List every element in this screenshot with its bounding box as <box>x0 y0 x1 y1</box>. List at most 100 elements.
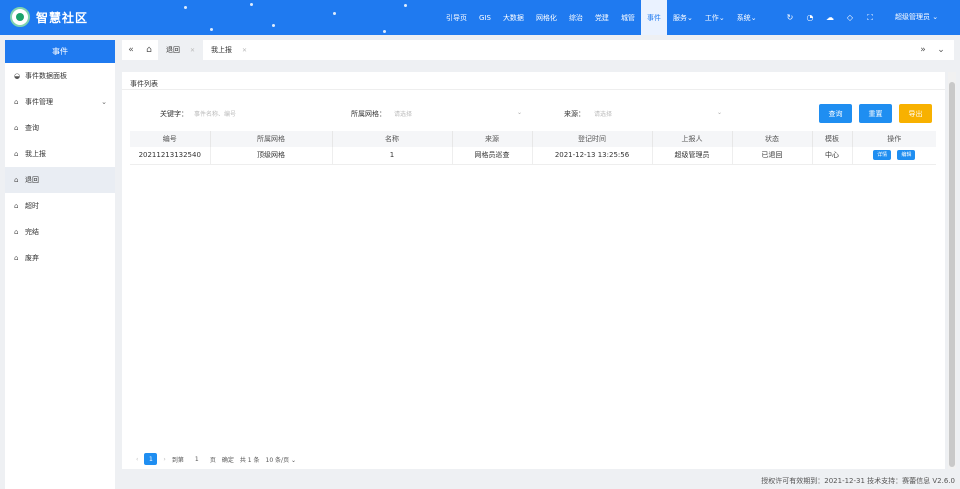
sidebar-item-event-dashboard[interactable]: ◒ 事件数据面板 <box>5 63 115 89</box>
brand[interactable]: 智慧社区 <box>10 7 88 27</box>
app-name: 智慧社区 <box>36 10 89 25</box>
home-icon[interactable]: ⌂ <box>140 45 158 55</box>
home-icon: ⌂ <box>14 98 19 106</box>
close-icon[interactable]: ✕ <box>190 47 195 54</box>
home-icon: ⌂ <box>14 150 19 158</box>
nav-item-events[interactable]: 事件 <box>640 0 667 35</box>
events-table: 编号 所属网格 名称 来源 登记时间 上报人 状态 模板 操作 20211213… <box>130 131 936 165</box>
table-row[interactable]: 20211213132540 顶级网格 1 网格员巡查 2021-12-13 1… <box>130 147 936 165</box>
grid-select[interactable]: 请选择 ⌄ <box>388 106 528 120</box>
scroll-left-icon[interactable]: « <box>122 45 140 55</box>
column-header[interactable]: 操作 <box>852 131 936 147</box>
source-select[interactable]: 请选择 ⌄ <box>588 106 728 120</box>
nav-item-work[interactable]: 工作 ⌄ <box>699 0 731 35</box>
keyword-label: 关键字： <box>160 110 188 118</box>
scroll-right-icon[interactable]: » <box>914 45 932 55</box>
cell-reporter: 超级管理员 <box>652 147 733 165</box>
sidebar-item-query[interactable]: ⌂ 查询 <box>5 115 115 141</box>
column-header[interactable]: 所属网格 <box>210 131 333 147</box>
nav-item-bigdata[interactable]: 大数据 <box>497 0 530 35</box>
footer: 授权许可有效期到：2021-12-31 技术支持：赛蕾信息 V2.6.0 <box>122 471 960 489</box>
column-header[interactable]: 状态 <box>732 131 813 147</box>
column-header[interactable]: 模板 <box>812 131 853 147</box>
nav-item-service[interactable]: 服务 ⌄ <box>667 0 699 35</box>
home-icon: ⌂ <box>14 124 19 132</box>
total-count: 共 1 条 <box>239 456 260 464</box>
export-button[interactable]: 导出 <box>899 104 932 123</box>
license-info: 授权许可有效期到：2021-12-31 技术支持：赛蕾信息 V2.6.0 <box>761 477 955 485</box>
page-unit: 页 <box>209 456 216 464</box>
fullscreen-icon[interactable]: ⛶ <box>860 13 880 23</box>
prev-page-icon[interactable]: ‹ <box>136 456 138 463</box>
page-size-select[interactable]: 10 条/页 ⌄ <box>266 455 297 464</box>
chevron-down-icon: ⌄ <box>101 98 107 106</box>
nav-item-governance[interactable]: 综治 <box>563 0 589 35</box>
top-navbar: 智慧社区 引导页 GIS 大数据 网格化 综治 党建 城管 事件 服务 ⌄ 工作 ⌄… <box>0 0 960 35</box>
sidebar-item-returned[interactable]: ⌂ 退回 <box>5 167 115 193</box>
reset-button[interactable]: 重置 <box>859 104 892 123</box>
column-header[interactable]: 名称 <box>332 131 453 147</box>
sidebar-item-completed[interactable]: ⌂ 完结 <box>5 219 115 245</box>
cell-source: 网格员巡查 <box>452 147 533 165</box>
tab-bar: « ⌂ 退回 ✕ 我上报 ✕ » ⌄ <box>122 40 954 60</box>
nav-item-urban[interactable]: 城管 <box>615 0 641 35</box>
goto-label: 到第 <box>171 456 184 464</box>
next-page-icon[interactable]: › <box>163 456 165 463</box>
sidebar-item-overdue[interactable]: ⌂ 超时 <box>5 193 115 219</box>
source-label: 来源： <box>564 110 585 118</box>
tag-icon[interactable]: ◇ <box>840 13 860 22</box>
divider <box>122 89 945 90</box>
column-header[interactable]: 上报人 <box>652 131 733 147</box>
message-icon[interactable]: ☁ <box>820 13 840 22</box>
nav-item-party[interactable]: 党建 <box>589 0 615 35</box>
home-icon: ⌂ <box>14 254 19 262</box>
refresh-icon[interactable]: ↻ <box>780 13 800 22</box>
home-icon: ⌂ <box>14 228 19 236</box>
chevron-down-icon: ⌄ <box>750 13 757 22</box>
page-title: 事件列表 <box>130 80 158 88</box>
tab-returned[interactable]: 退回 ✕ <box>158 40 204 60</box>
close-icon[interactable]: ✕ <box>242 47 247 54</box>
cell-actions: 详情 编辑 <box>852 147 936 165</box>
nav-item-system[interactable]: 系统 ⌄ <box>731 0 763 35</box>
keyword-input[interactable]: 事件名称、编号 <box>188 106 338 120</box>
nav-item-gis[interactable]: GIS <box>473 0 497 35</box>
sidebar-item-discarded[interactable]: ⌂ 废弃 <box>5 245 115 271</box>
home-icon: ⌂ <box>14 176 19 184</box>
sidebar-item-event-management[interactable]: ⌂ 事件管理 ⌄ <box>5 89 115 115</box>
nav-item-guide[interactable]: 引导页 <box>440 0 473 35</box>
sidebar: 事件 ◒ 事件数据面板 ⌂ 事件管理 ⌄ ⌂ 查询 ⌂ 我上报 ⌂ 退回 ⌂ 超… <box>5 40 115 489</box>
main-nav: 引导页 GIS 大数据 网格化 综治 党建 城管 事件 服务 ⌄ 工作 ⌄ 系统 ⌄ <box>440 0 763 35</box>
column-header[interactable]: 登记时间 <box>532 131 653 147</box>
chevron-down-icon[interactable]: ⌄ <box>932 45 950 55</box>
main-panel: 事件列表 关键字： 事件名称、编号 所属网格： 请选择 ⌄ 来源： 请选择 ⌄ … <box>122 72 945 469</box>
sidebar-item-my-reports[interactable]: ⌂ 我上报 <box>5 141 115 167</box>
edit-button[interactable]: 编辑 <box>897 150 916 161</box>
table-header-row: 编号 所属网格 名称 来源 登记时间 上报人 状态 模板 操作 <box>130 131 936 147</box>
goto-confirm-button[interactable]: 确定 <box>222 455 234 464</box>
chevron-down-icon: ⌄ <box>718 13 725 22</box>
cell-time: 2021-12-13 13:25:56 <box>532 147 653 165</box>
cell-grid: 顶级网格 <box>210 147 333 165</box>
chevron-down-icon: ⌄ <box>930 13 939 21</box>
cell-name: 1 <box>332 147 453 165</box>
home-icon: ⌂ <box>14 202 19 210</box>
dashboard-icon: ◒ <box>14 72 21 80</box>
cell-template: 中心 <box>812 147 853 165</box>
chevron-down-icon: ⌄ <box>516 109 522 116</box>
user-menu[interactable]: 超级管理员 ⌄ <box>895 12 938 22</box>
column-header[interactable]: 来源 <box>452 131 533 147</box>
column-header[interactable]: 编号 <box>130 131 211 147</box>
logo-icon <box>10 7 30 27</box>
scrollbar-thumb[interactable] <box>949 82 955 467</box>
tab-my-reports[interactable]: 我上报 ✕ <box>203 40 255 60</box>
detail-button[interactable]: 详情 <box>873 150 892 161</box>
sidebar-header: 事件 <box>5 40 115 63</box>
grid-label: 所属网格： <box>351 110 386 118</box>
nav-item-grid[interactable]: 网格化 <box>530 0 563 35</box>
goto-input[interactable]: 1 <box>190 456 204 463</box>
chevron-down-icon: ⌄ <box>686 13 693 22</box>
bell-icon[interactable]: ◔ <box>800 13 820 22</box>
query-button[interactable]: 查询 <box>819 104 852 123</box>
page-current[interactable]: 1 <box>144 453 158 465</box>
